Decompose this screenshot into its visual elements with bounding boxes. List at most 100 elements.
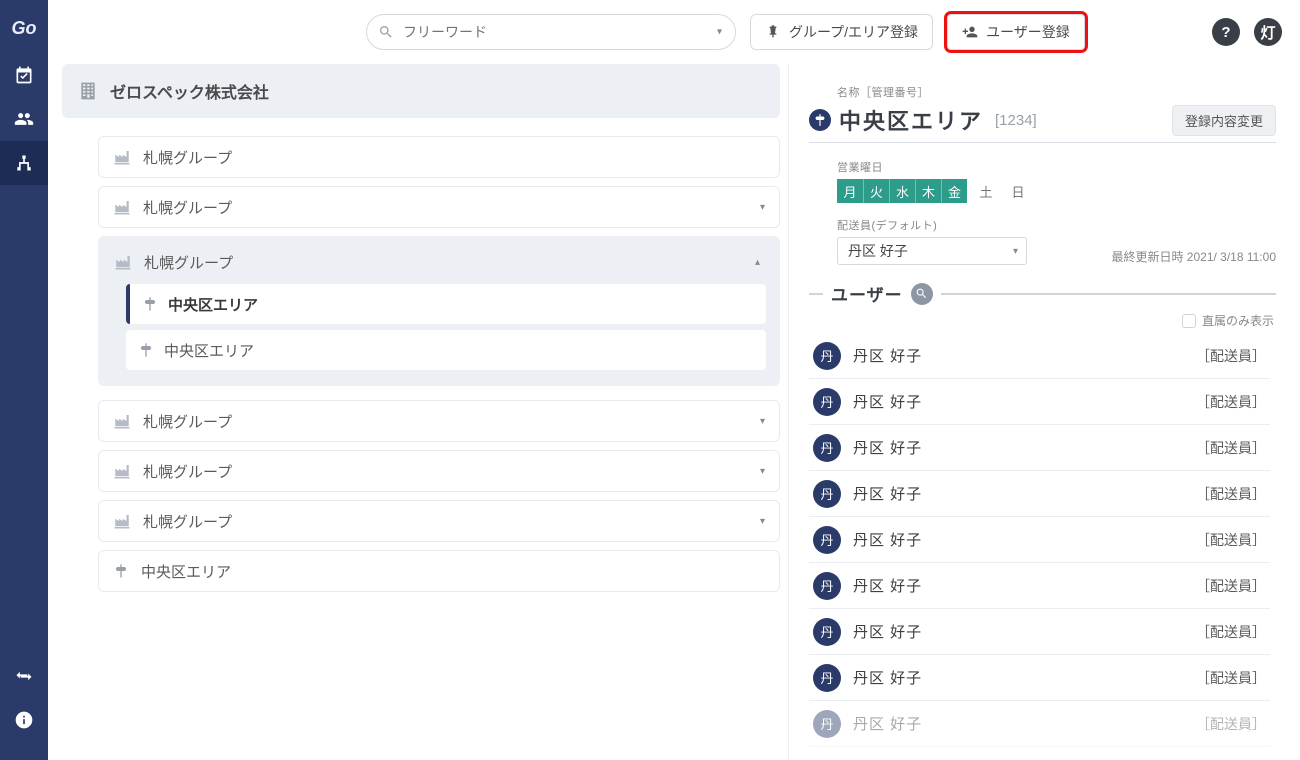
user-row[interactable]: 丹丹区 好子 ［配送員］: [809, 471, 1270, 517]
direct-only-label: 直属のみ表示: [1202, 312, 1274, 329]
avatar: 丹: [813, 664, 841, 692]
chevron-down-icon: ▾: [760, 202, 765, 213]
user-row[interactable]: 丹丹区 好子［配送員］: [809, 655, 1270, 701]
group-row[interactable]: 札幌グループ▾: [98, 400, 780, 442]
building-icon: [78, 81, 98, 101]
nav-hierarchy[interactable]: [0, 141, 48, 185]
signpost-icon: [113, 563, 129, 579]
nav-users[interactable]: [0, 97, 48, 141]
group-row[interactable]: 札幌グループ▴: [104, 242, 774, 282]
avatar: 丹: [813, 480, 841, 508]
group-area-register-button[interactable]: グループ/エリア登録: [750, 14, 933, 50]
chevron-down-icon: ▾: [760, 466, 765, 477]
area-code: [1234]: [995, 112, 1037, 129]
user-role: ［配送員］: [1196, 714, 1266, 734]
user-row[interactable]: 丹丹区 好子［配送員］: [809, 609, 1270, 655]
calendar-check-icon: [14, 65, 34, 85]
area-label: 中央区エリア: [141, 561, 231, 582]
chevron-down-icon[interactable]: ▾: [717, 27, 722, 38]
user-name: 丹区 好子: [853, 345, 922, 366]
signpost-icon: [809, 109, 831, 131]
user-role: ［配送員］: [1196, 484, 1266, 504]
user-role: ［配送員］: [1196, 346, 1266, 366]
field-label-name: 名称［管理番号］: [809, 84, 1276, 100]
user-name: 丹区 好子: [853, 529, 922, 550]
day-on: 木: [915, 179, 941, 203]
user-role: ［配送員］: [1196, 622, 1266, 642]
group-row[interactable]: 札幌グループ▾: [98, 186, 780, 228]
checkbox-icon: [1182, 314, 1196, 328]
users-icon: [14, 109, 34, 129]
user-row[interactable]: 丹丹区 好子［配送員］: [809, 701, 1270, 747]
user-role: ［配送員］: [1196, 668, 1266, 688]
chevron-down-icon: ▾: [760, 516, 765, 527]
last-updated-label: 最終更新日時: [1111, 250, 1183, 264]
group-label: 札幌グループ: [143, 461, 232, 482]
button-label: グループ/エリア登録: [789, 22, 918, 42]
area-label: 中央区エリア: [168, 294, 258, 315]
company-header[interactable]: ゼロスペック株式会社: [62, 64, 780, 118]
user-row[interactable]: 丹丹区 好子［配送員］: [809, 517, 1270, 563]
chevron-up-icon: ▴: [755, 257, 760, 268]
group-label: 札幌グループ: [143, 511, 232, 532]
user-row[interactable]: 丹丹区 好子［配送員］: [809, 379, 1270, 425]
user-name: 丹区 好子: [853, 437, 922, 458]
user-row[interactable]: 丹丹区 好子［配送員］: [809, 563, 1270, 609]
signpost-icon: [138, 342, 154, 358]
lamp-button[interactable]: 灯: [1254, 18, 1282, 46]
group-row[interactable]: 札幌グループ ▾: [98, 500, 780, 542]
info-icon: [14, 710, 34, 730]
user-name: 丹区 好子: [853, 483, 922, 504]
user-name: 丹区 好子: [853, 391, 922, 412]
area-row[interactable]: 中央区エリア: [126, 330, 766, 370]
user-row[interactable]: 丹丹区 好子 ［配送員］: [809, 333, 1270, 379]
nav-swap[interactable]: [0, 654, 48, 698]
area-title: 中央区エリア: [839, 104, 983, 136]
factory-icon: [113, 412, 131, 430]
user-search-button[interactable]: [911, 283, 933, 305]
search-input[interactable]: [366, 14, 736, 50]
day-off: 日: [1005, 179, 1031, 203]
help-button[interactable]: ?: [1212, 18, 1240, 46]
chevron-down-icon: ▾: [1013, 246, 1018, 257]
group-row[interactable]: 札幌グループ ▾: [98, 450, 780, 492]
day-off: 土: [973, 179, 999, 203]
factory-icon: [113, 512, 131, 530]
avatar: 丹: [813, 342, 841, 370]
factory-icon: [113, 148, 131, 166]
button-label: ユーザー登録: [986, 22, 1070, 42]
user-plus-icon: [962, 24, 978, 40]
tree-column: ゼロスペック株式会社 札幌グループ札幌グループ▾札幌グループ▴中央区エリア中央区…: [48, 64, 788, 760]
day-on: 月: [837, 179, 863, 203]
area-row[interactable]: 中央区エリア: [98, 550, 780, 592]
group-expanded: 札幌グループ▴中央区エリア中央区エリア: [98, 236, 780, 386]
direct-only-toggle[interactable]: 直属のみ表示: [809, 312, 1274, 329]
avatar: 丹: [813, 526, 841, 554]
swap-arrows-icon: [14, 666, 34, 686]
factory-icon: [114, 253, 132, 271]
nav-info[interactable]: [0, 698, 48, 742]
top-bar: ▾ グループ/エリア登録 ユーザー登録 ? 灯: [48, 0, 1300, 64]
sitemap-icon: [14, 153, 34, 173]
group-label: 札幌グループ: [143, 147, 232, 168]
user-name: 丹区 好子: [853, 713, 922, 734]
area-row[interactable]: 中央区エリア: [126, 284, 766, 324]
group-row[interactable]: 札幌グループ: [98, 136, 780, 178]
nav-calendar[interactable]: [0, 53, 48, 97]
default-driver-select[interactable]: 丹区 好子 ▾: [837, 237, 1027, 265]
avatar: 丹: [813, 618, 841, 646]
user-name: 丹区 好子: [853, 575, 922, 596]
area-title-row: 中央区エリア [1234] 登録内容変更: [809, 100, 1276, 143]
user-row[interactable]: 丹丹区 好子 ［配送員］: [809, 425, 1270, 471]
field-label-days: 営業曜日: [837, 159, 1276, 175]
user-role: ［配送員］: [1196, 438, 1266, 458]
edit-registration-button[interactable]: 登録内容変更: [1172, 105, 1276, 136]
side-nav: Go: [0, 0, 48, 760]
pin-icon: [765, 24, 781, 40]
user-role: ［配送員］: [1196, 392, 1266, 412]
factory-icon: [113, 198, 131, 216]
day-on: 金: [941, 179, 967, 203]
avatar: 丹: [813, 434, 841, 462]
user-register-button[interactable]: ユーザー登録: [947, 14, 1085, 50]
user-list: 丹丹区 好子［配送員］丹丹区 好子［配送員］丹丹区 好子［配送員］丹丹区 好子［…: [809, 333, 1276, 747]
